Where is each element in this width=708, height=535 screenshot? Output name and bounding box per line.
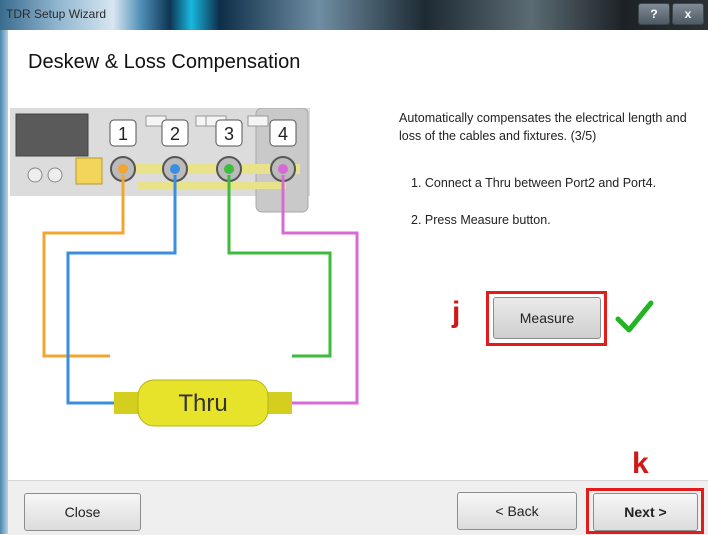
port-connector-icon bbox=[278, 164, 288, 174]
port-connector-icon bbox=[170, 164, 180, 174]
page-title: Deskew & Loss Compensation bbox=[28, 51, 301, 73]
port-number-2: 2 bbox=[170, 124, 180, 144]
annotation-marker-j: j bbox=[452, 296, 461, 329]
panel-key bbox=[247, 115, 269, 127]
cable-port1 bbox=[42, 175, 125, 358]
port-number-4: 4 bbox=[278, 124, 288, 144]
port-connector-icon bbox=[118, 164, 128, 174]
knob-icon bbox=[27, 167, 43, 183]
instruction-description: Automatically compensates the electrical… bbox=[399, 111, 687, 143]
window-close-button[interactable]: x bbox=[672, 3, 704, 25]
help-button[interactable]: ? bbox=[638, 3, 670, 25]
back-button[interactable]: < Back bbox=[457, 492, 577, 530]
window-title: TDR Setup Wizard bbox=[6, 7, 107, 21]
thru-adapter: Thru bbox=[114, 379, 292, 427]
port-number-3: 3 bbox=[224, 124, 234, 144]
thru-label: Thru bbox=[178, 390, 227, 417]
wizard-header: Deskew & Loss Compensation bbox=[8, 30, 708, 91]
port-number-1: 1 bbox=[118, 124, 128, 144]
connection-diagram: 1 2 3 4 Thru bbox=[10, 107, 382, 474]
warning-label-icon bbox=[75, 157, 103, 185]
knob-icon bbox=[47, 167, 63, 183]
title-bar: TDR Setup Wizard ? x bbox=[0, 0, 708, 30]
instruction-step-1: 1. Connect a Thru between Port2 and Port… bbox=[411, 176, 657, 190]
measure-button[interactable]: Measure bbox=[493, 297, 601, 339]
checkmark-icon bbox=[615, 300, 654, 333]
annotation-marker-k: k bbox=[632, 447, 649, 480]
instruction-step-2: 2. Press Measure button. bbox=[411, 213, 551, 227]
port-connector-icon bbox=[224, 164, 234, 174]
instrument-screen bbox=[15, 113, 89, 157]
window-left-edge bbox=[0, 30, 8, 534]
connection-diagram-svg: 1 2 3 4 Thru bbox=[10, 107, 359, 427]
close-button[interactable]: Close bbox=[24, 493, 141, 531]
port-row-label bbox=[138, 182, 286, 189]
next-highlight-box bbox=[586, 488, 704, 534]
